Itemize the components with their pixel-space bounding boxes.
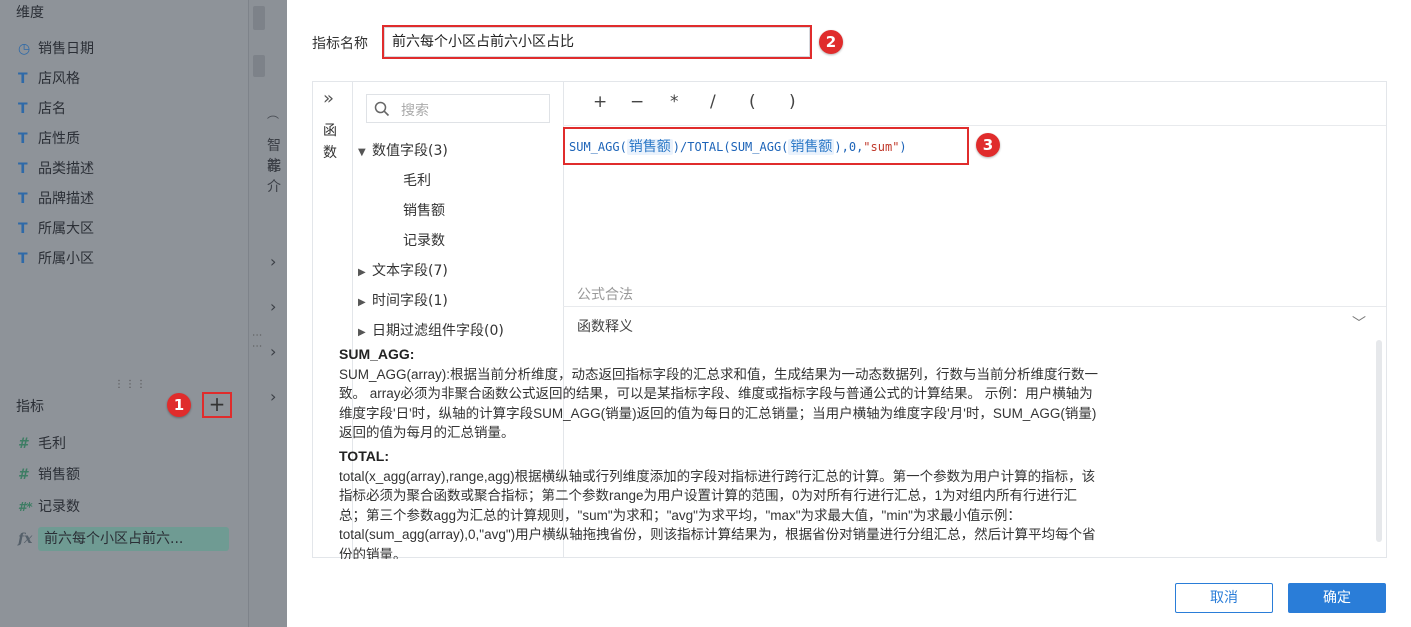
chevron-right-icon[interactable]: ›: [270, 342, 276, 361]
metric-item[interactable]: # 销售额: [18, 463, 80, 487]
tree-field-record-count[interactable]: 记录数: [403, 230, 445, 250]
metric-name-label: 指标名称: [312, 36, 368, 52]
tree-field-sales[interactable]: 销售额: [403, 200, 445, 220]
chevron-right-icon[interactable]: ›: [270, 252, 276, 271]
number-field-icon: #: [18, 436, 28, 452]
step-badge-3: 3: [976, 133, 1000, 157]
metric-item[interactable]: # 毛利: [18, 432, 66, 456]
resize-grip-icon[interactable]: ⋮⋮: [251, 330, 262, 352]
caret-right-icon: ▶: [358, 267, 366, 278]
tree-group-numeric[interactable]: ▼ 数值字段(3): [358, 140, 448, 160]
dimension-item[interactable]: T 店性质: [18, 127, 80, 151]
operator-minus-button[interactable]: −: [630, 92, 644, 112]
field-search-input[interactable]: 搜索: [366, 94, 550, 123]
text-field-icon: T: [18, 161, 28, 177]
formula-dialog: 指标名称 前六每个小区占前六小区占比 2 » 函 数 搜索 ▼ 数值字段(3) 毛…: [287, 0, 1411, 627]
metric-item-formula[interactable]: fx 前六每个小区占前六...: [18, 527, 183, 551]
caret-right-icon: ▶: [358, 297, 366, 308]
panel-icon: ⌒: [267, 115, 280, 129]
function-description-title: 函数释义: [577, 319, 633, 335]
function-name: TOTAL:: [339, 447, 390, 464]
dimension-item[interactable]: T 所属小区: [18, 247, 94, 271]
tree-group-time[interactable]: ▶ 时间字段(1): [358, 290, 448, 310]
cancel-button[interactable]: 取消: [1175, 583, 1273, 613]
text-field-icon: T: [18, 221, 28, 237]
function-description: total(x_agg(array),range,agg)根据横纵轴或行列维度添…: [339, 468, 1096, 559]
tree-group-text[interactable]: ▶ 文本字段(7): [358, 260, 448, 280]
caret-right-icon: ▶: [358, 327, 366, 338]
expand-functions-icon[interactable]: »: [323, 88, 334, 109]
dimension-item[interactable]: T 品类描述: [18, 157, 94, 181]
operator-plus-button[interactable]: +: [593, 92, 607, 112]
step-badge-1: 1: [167, 393, 191, 417]
panel-icon: [253, 55, 265, 77]
formula-valid-status: 公式合法: [577, 287, 633, 303]
resize-grip-icon[interactable]: ⋮⋮⋮: [114, 379, 147, 390]
text-field-icon: T: [18, 71, 28, 87]
step-badge-2: 2: [819, 30, 843, 54]
dimension-item[interactable]: T 所属大区: [18, 217, 94, 241]
operator-open-paren-button[interactable]: (: [749, 92, 756, 112]
formula-field-icon: fx: [18, 531, 33, 547]
dimension-item[interactable]: T 店名: [18, 97, 66, 121]
operator-close-paren-button[interactable]: ): [789, 92, 796, 112]
formula-highlight: [563, 127, 969, 165]
field-panel: 维度 ◷ 销售日期 T 店风格 T 店名 T 店性质 T 品类描述 T 品牌描述 T 所属大区…: [0, 0, 248, 627]
text-field-icon: T: [18, 131, 28, 147]
function-name: SUM_AGG:: [339, 346, 415, 362]
function-description-body: SUM_AGG: SUM_AGG(array):根据当前分析维度，动态返回指标字段…: [339, 345, 1104, 559]
text-field-icon: T: [18, 101, 28, 117]
search-placeholder: 搜索: [401, 103, 429, 119]
chevron-down-icon[interactable]: ﹀: [1352, 313, 1366, 333]
add-metric-button[interactable]: +: [206, 391, 228, 417]
dimension-item-sales-date[interactable]: ◷ 销售日期: [18, 37, 94, 61]
search-icon: [374, 101, 390, 117]
confirm-button[interactable]: 确定: [1288, 583, 1386, 613]
dimension-item[interactable]: T 店风格: [18, 67, 80, 91]
chart-type-panel: ⌒ 智能 荐介: [248, 0, 288, 627]
description-scrollbar[interactable]: [1376, 340, 1382, 542]
text-field-icon: T: [18, 251, 28, 267]
function-description-header[interactable]: 函数释义 ﹀: [563, 306, 1386, 341]
tree-group-date-filter[interactable]: ▶ 日期过滤组件字段(0): [358, 320, 504, 340]
functions-tab-char[interactable]: 函: [323, 120, 337, 140]
panel-icon: [253, 6, 265, 30]
text-field-icon: T: [18, 191, 28, 207]
smart-recommend-label: 荐介: [267, 159, 281, 195]
chevron-right-icon[interactable]: ›: [270, 297, 276, 316]
operator-divide-button[interactable]: /: [710, 92, 716, 112]
toolbar-divider: [563, 125, 1386, 126]
tree-field-gross-profit[interactable]: 毛利: [403, 170, 431, 190]
functions-tab-char[interactable]: 数: [323, 142, 337, 162]
operator-multiply-button[interactable]: *: [670, 92, 679, 112]
count-field-icon: #*: [18, 500, 33, 514]
calendar-icon: ◷: [18, 41, 31, 57]
name-input-highlight: [382, 25, 812, 59]
dimensions-header: 维度: [16, 5, 44, 21]
formula-editor-box: » 函 数 搜索 ▼ 数值字段(3) 毛利 销售额 记录数 ▶ 文本字段(7) ▶ 时…: [312, 81, 1387, 559]
metrics-header: 指标: [16, 399, 44, 415]
function-description: SUM_AGG(array):根据当前分析维度，动态返回指标字段的汇总求和值，生…: [339, 366, 1099, 441]
chevron-right-icon[interactable]: ›: [270, 387, 276, 406]
dimension-item[interactable]: T 品牌描述: [18, 187, 94, 211]
number-field-icon: #: [18, 467, 28, 483]
metric-item[interactable]: #* 记录数: [18, 495, 80, 519]
caret-down-icon: ▼: [358, 147, 366, 158]
